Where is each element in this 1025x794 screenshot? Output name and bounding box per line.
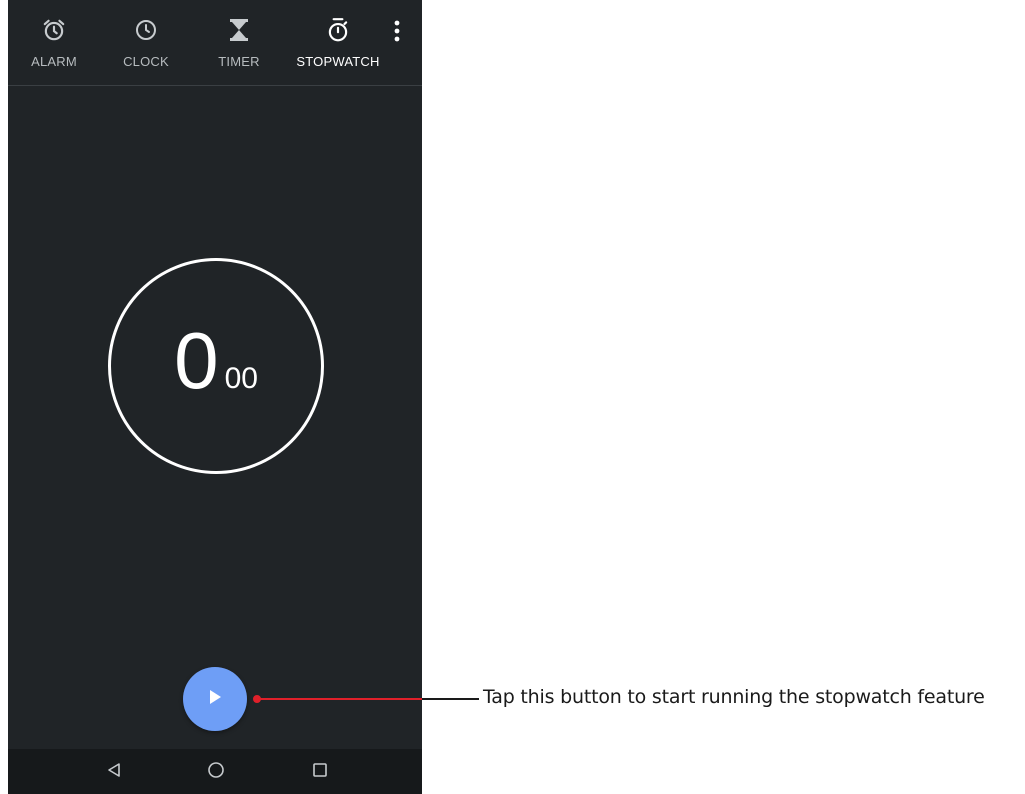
stopwatch-hundredths: 00	[224, 362, 258, 395]
clock-icon	[134, 16, 158, 44]
play-icon	[207, 688, 223, 711]
tab-alarm-label: ALARM	[31, 54, 77, 69]
phone-screen: ALARM CLOCK TIMER STOPWATCH 0 00	[8, 0, 422, 794]
callout-dot	[253, 695, 261, 703]
tab-stopwatch-label: STOPWATCH	[296, 54, 380, 69]
tab-alarm[interactable]: ALARM	[8, 0, 104, 85]
recents-icon	[312, 762, 328, 783]
more-vert-icon	[394, 20, 400, 47]
stopwatch-icon	[325, 16, 351, 44]
stopwatch-time: 0 00	[111, 261, 321, 471]
callout-line-extension	[422, 698, 479, 700]
stopwatch-seconds: 0	[174, 316, 219, 405]
tab-bar: ALARM CLOCK TIMER STOPWATCH	[8, 0, 422, 86]
start-button[interactable]	[183, 667, 247, 731]
callout-text: Tap this button to start running the sto…	[483, 686, 985, 708]
nav-home-button[interactable]	[201, 757, 231, 787]
system-nav-bar	[8, 749, 422, 794]
hourglass-icon	[228, 16, 250, 44]
back-icon	[106, 762, 122, 783]
tab-timer-label: TIMER	[218, 54, 260, 69]
more-options-button[interactable]	[385, 18, 409, 48]
home-icon	[207, 761, 225, 784]
tab-stopwatch[interactable]: STOPWATCH	[283, 0, 393, 85]
alarm-clock-icon	[41, 16, 67, 44]
nav-recents-button[interactable]	[305, 757, 335, 787]
tab-clock-label: CLOCK	[123, 54, 169, 69]
tab-clock[interactable]: CLOCK	[96, 0, 196, 85]
tab-timer[interactable]: TIMER	[189, 0, 289, 85]
stopwatch-dial: 0 00	[108, 258, 324, 474]
nav-back-button[interactable]	[99, 757, 129, 787]
